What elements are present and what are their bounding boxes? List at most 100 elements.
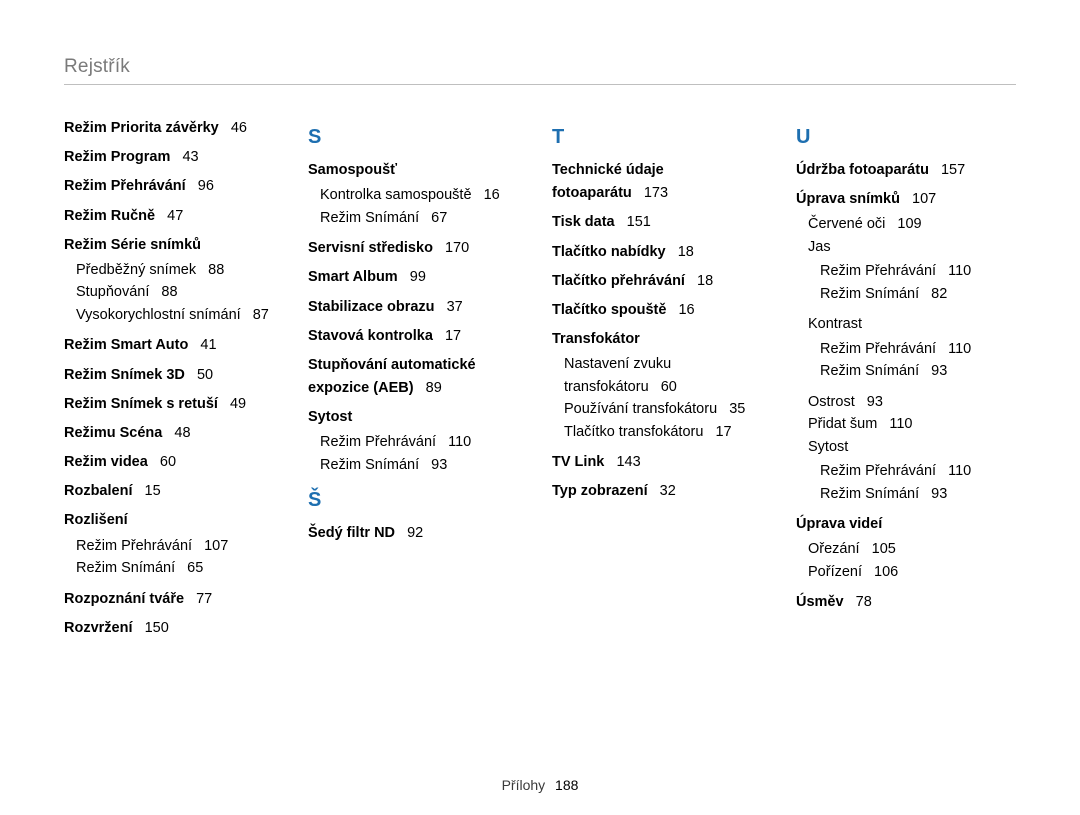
index-entry[interactable]: Tlačítko nabídky 18 [552,241,772,264]
entry-label: Úsměv [796,594,844,610]
sub-page: 60 [653,379,677,395]
sub-entry[interactable]: Režim Snímání 65 [76,557,284,579]
sub-sub-entry[interactable]: Režim Přehrávání 110 [820,260,1016,282]
entry-label: Sytost [308,409,352,425]
entry-label: Rozpoznání tváře [64,591,184,607]
sub-entry[interactable]: Kontrast [808,313,1016,335]
entry-label: Režim Program [64,149,170,165]
index-entry[interactable]: Rozpoznání tváře 77 [64,588,284,611]
entry-label: Režimu Scéna [64,425,162,441]
index-entry[interactable]: Servisní středisko 170 [308,237,528,260]
index-entry[interactable]: Stabilizace obrazu 37 [308,296,528,319]
entry-label: Režim Přehrávání [64,178,186,194]
sub-entry[interactable]: Sytost [808,436,1016,458]
index-entry[interactable]: Technické údaje fotoaparátu 173 [552,159,772,205]
index-entry[interactable]: Režim Program 43 [64,146,284,169]
sub-entry[interactable]: Nastavení zvuku transfokátoru 60 [564,353,772,398]
sub-entry[interactable]: Přidat šum 110 [808,413,1016,435]
entry-page: 46 [231,120,247,136]
index-entry[interactable]: Stavová kontrolka 17 [308,325,528,348]
entry-page: 150 [145,620,169,636]
index-entry[interactable]: Rozlišení Režim Přehrávání 107Režim Snímá… [64,509,284,579]
entry-label: Režim Série snímků [64,237,201,253]
index-entry[interactable]: Šedý filtr ND 92 [308,522,528,545]
index-entry[interactable]: Stupňování automatické expozice (AEB) 89 [308,354,528,400]
index-entry[interactable]: SamospoušťKontrolka samospouště 16Režim … [308,159,528,229]
page-footer: Přílohy 188 [0,777,1080,793]
sub-sub-entry[interactable]: Režim Snímání 93 [820,483,1016,505]
sub-list: Režim Přehrávání 107Režim Snímání 65 [76,535,284,580]
sub-entry[interactable]: Stupňování 88 [76,281,284,303]
sub-entry[interactable]: Režim Snímání 93 [320,454,528,476]
sub-sub-entry[interactable]: Režim Přehrávání 110 [820,460,1016,482]
index-entry[interactable]: Režim Priorita závěrky 46 [64,117,284,140]
entry-label: Transfokátor [552,331,640,347]
entry-page: 77 [196,591,212,607]
entry-page: 32 [660,483,676,499]
entry-page: 170 [445,240,469,256]
sub-entry[interactable]: Ostrost 93 [808,391,1016,413]
entry-label: Rozvržení [64,620,133,636]
entry-page: 37 [447,299,463,315]
sub-sub-entry[interactable]: Režim Snímání 82 [820,283,1016,305]
index-entry[interactable]: TV Link 143 [552,451,772,474]
entry-label: Režim Smart Auto [64,337,188,353]
section-letter: S [308,121,528,153]
entry-label: Rozlišení [64,512,128,528]
index-entry[interactable]: Úprava snímků 107Červené oči 109JasRežim… [796,188,1016,505]
sub-entry[interactable]: Režim Přehrávání 110 [320,431,528,453]
sub-entry[interactable]: Předběžný snímek 88 [76,259,284,281]
sub-entry[interactable]: Pořízení 106 [808,561,1016,583]
entry-page: 16 [678,302,694,318]
index-entry[interactable]: Režim Smart Auto 41 [64,334,284,357]
index-entry[interactable]: Režim videa 60 [64,451,284,474]
sub-entry[interactable]: Tlačítko transfokátoru 17 [564,421,772,443]
sub-sub-entry[interactable]: Režim Přehrávání 110 [820,338,1016,360]
sub-entry[interactable]: Režim Přehrávání 107 [76,535,284,557]
sub-entry[interactable]: Vysokorychlostní snímání 87 [76,304,284,326]
index-entry[interactable]: Režim Přehrávání 96 [64,175,284,198]
sub-entry[interactable]: Ořezání 105 [808,538,1016,560]
index-entry[interactable]: Údržba fotoaparátu 157 [796,159,1016,182]
index-entry[interactable]: Typ zobrazení 32 [552,480,772,503]
sub-sub-entry[interactable]: Režim Snímání 93 [820,360,1016,382]
sub-entry[interactable]: Režim Snímání 67 [320,207,528,229]
index-column: U Údržba fotoaparátu 157 Úprava snímků 107… [796,113,1016,646]
sub-entry[interactable]: Používání transfokátoru 35 [564,398,772,420]
index-entry[interactable]: Úsměv 78 [796,591,1016,614]
entry-label: Servisní středisko [308,240,433,256]
sub-entry[interactable]: Jas [808,236,1016,258]
sub-entry[interactable]: Červené oči 109 [808,213,1016,235]
entry-label: Šedý filtr ND [308,525,395,541]
index-entry[interactable]: Rozbalení 15 [64,480,284,503]
index-entry[interactable]: Režim Ručně 47 [64,205,284,228]
section-letter: U [796,121,1016,153]
index-entry[interactable]: Tisk data 151 [552,211,772,234]
index-column: S SamospoušťKontrolka samospouště 16Režim… [308,113,528,646]
index-entry[interactable]: Smart Album 99 [308,266,528,289]
index-entry[interactable]: Tlačítko přehrávání 18 [552,270,772,293]
sub-entry[interactable]: Kontrolka samospouště 16 [320,184,528,206]
sub-page: 88 [200,262,224,278]
entry-page: 92 [407,525,423,541]
sub-list: Nastavení zvuku transfokátoru 60Používán… [564,353,772,443]
index-entry[interactable]: Transfokátor Nastavení zvuku transfokátor… [552,328,772,443]
index-entry[interactable]: Rozvržení 150 [64,617,284,640]
index-entry[interactable]: Úprava videíOřezání 105Pořízení 106 [796,513,1016,583]
index-entry[interactable]: Tlačítko spouště 16 [552,299,772,322]
index-entry[interactable]: Režim Snímek 3D 50 [64,364,284,387]
entry-label: Tlačítko spouště [552,302,666,318]
entry-page: 18 [678,244,694,260]
sub-sub-list: Režim Přehrávání 110Režim Snímání 82 [820,260,1016,305]
index-entry[interactable]: Režimu Scéna 48 [64,422,284,445]
index-entry[interactable]: Sytost Režim Přehrávání 110Režim Snímání … [308,406,528,476]
entry-label: Rozbalení [64,483,132,499]
index-entry[interactable]: Režim Snímek s retuší 49 [64,393,284,416]
entry-label: Údržba fotoaparátu [796,162,929,178]
entry-page: 41 [200,337,216,353]
entry-label: TV Link [552,454,604,470]
index-entry[interactable]: Režim Série snímků Předběžný snímek 88Stu… [64,234,284,327]
entry-label: Režim Priorita závěrky [64,120,219,136]
entry-page: 96 [198,178,214,194]
entry-page: 49 [230,396,246,412]
